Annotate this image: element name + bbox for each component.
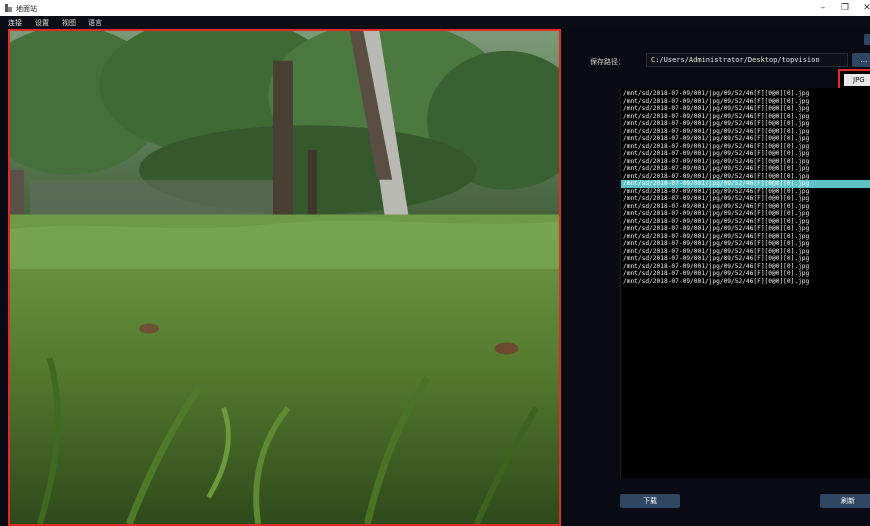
file-list-item[interactable]: /mnt/sd/2018-07-09/001/jpg/09/52/46[F][0…	[621, 113, 870, 121]
file-list-item[interactable]: /mnt/sd/2018-07-09/001/jpg/09/52/46[F][0…	[621, 233, 870, 241]
format-select[interactable]: JPG	[844, 74, 870, 86]
file-list-item[interactable]: /mnt/sd/2018-07-09/001/jpg/09/52/46[F][0…	[621, 173, 870, 181]
window-title: 地面站	[16, 5, 37, 13]
file-list-item[interactable]: /mnt/sd/2018-07-09/001/jpg/09/52/46[F][0…	[621, 143, 870, 151]
file-list-item[interactable]: /mnt/sd/2018-07-09/001/jpg/09/52/46[F][0…	[621, 120, 870, 128]
file-list-item[interactable]: /mnt/sd/2018-07-09/001/jpg/09/52/46[F][0…	[621, 203, 870, 211]
title-bar: 地面站 – ❐ ✕	[0, 0, 870, 16]
file-list-item[interactable]: /mnt/sd/2018-07-09/001/jpg/09/52/46[F][0…	[621, 225, 870, 233]
save-path-label: 保存路径：	[590, 58, 625, 66]
menu-bar: 连接 设置 视图 语言	[0, 16, 870, 28]
camera-image	[10, 31, 559, 524]
file-list-item[interactable]: /mnt/sd/2018-07-09/001/jpg/09/52/46[F][0…	[621, 105, 870, 113]
app-logo-icon	[5, 4, 12, 12]
file-list-item[interactable]: /mnt/sd/2018-07-09/001/jpg/09/52/46[F][0…	[621, 278, 870, 286]
file-list-item[interactable]: /mnt/sd/2018-07-09/001/jpg/09/52/46[F][0…	[621, 240, 870, 248]
minimize-button[interactable]: –	[816, 1, 830, 15]
camera-preview[interactable]	[8, 29, 561, 526]
file-list-item[interactable]: /mnt/sd/2018-07-09/001/jpg/09/52/46[F][0…	[621, 218, 870, 226]
file-list-item[interactable]: /mnt/sd/2018-07-09/001/jpg/09/52/46[F][0…	[621, 263, 870, 271]
maximize-button[interactable]: ❐	[838, 1, 852, 15]
file-list-item[interactable]: /mnt/sd/2018-07-09/001/jpg/09/52/46[F][0…	[621, 90, 870, 98]
file-list-item[interactable]: /mnt/sd/2018-07-09/001/jpg/09/52/46[F][0…	[621, 195, 870, 203]
file-list-item[interactable]: /mnt/sd/2018-07-09/001/jpg/09/52/46[F][0…	[621, 128, 870, 136]
refresh-button[interactable]: 刷新	[820, 494, 870, 508]
file-list-item[interactable]: /mnt/sd/2018-07-09/001/jpg/09/52/46[F][0…	[621, 248, 870, 256]
file-list-item[interactable]: /mnt/sd/2018-07-09/001/jpg/09/52/46[F][0…	[621, 255, 870, 263]
file-list-item[interactable]: /mnt/sd/2018-07-09/001/jpg/09/52/46[F][0…	[621, 180, 870, 188]
download-button[interactable]: 下载	[620, 494, 680, 508]
file-list-item[interactable]: /mnt/sd/2018-07-09/001/jpg/09/52/46[F][0…	[621, 150, 870, 158]
menu-language[interactable]: 语言	[88, 18, 102, 28]
menu-connect[interactable]: 连接	[8, 18, 22, 28]
menu-view[interactable]: 视图	[62, 18, 76, 28]
file-list[interactable]: /mnt/sd/2018-07-09/001/jpg/09/52/46[F][0…	[620, 88, 870, 478]
browse-button[interactable]: ...	[852, 53, 870, 67]
file-list-item[interactable]: /mnt/sd/2018-07-09/001/jpg/09/52/46[F][0…	[621, 158, 870, 166]
file-list-item[interactable]: /mnt/sd/2018-07-09/001/jpg/09/52/46[F][0…	[621, 165, 870, 173]
file-list-item[interactable]: /mnt/sd/2018-07-09/001/jpg/09/52/46[F][0…	[621, 210, 870, 218]
file-list-item[interactable]: /mnt/sd/2018-07-09/001/jpg/09/52/46[F][0…	[621, 98, 870, 106]
close-button[interactable]: ✕	[860, 1, 870, 15]
file-list-item[interactable]: /mnt/sd/2018-07-09/001/jpg/09/52/46[F][0…	[621, 135, 870, 143]
menu-settings[interactable]: 设置	[35, 18, 49, 28]
side-toggle-button[interactable]	[864, 34, 870, 45]
file-list-item[interactable]: /mnt/sd/2018-07-09/001/jpg/09/52/46[F][0…	[621, 188, 870, 196]
file-list-item[interactable]: /mnt/sd/2018-07-09/001/jpg/09/52/46[F][0…	[621, 270, 870, 278]
save-path-field[interactable]: C:/Users/Administrator/Desktop/topvision	[646, 53, 848, 67]
